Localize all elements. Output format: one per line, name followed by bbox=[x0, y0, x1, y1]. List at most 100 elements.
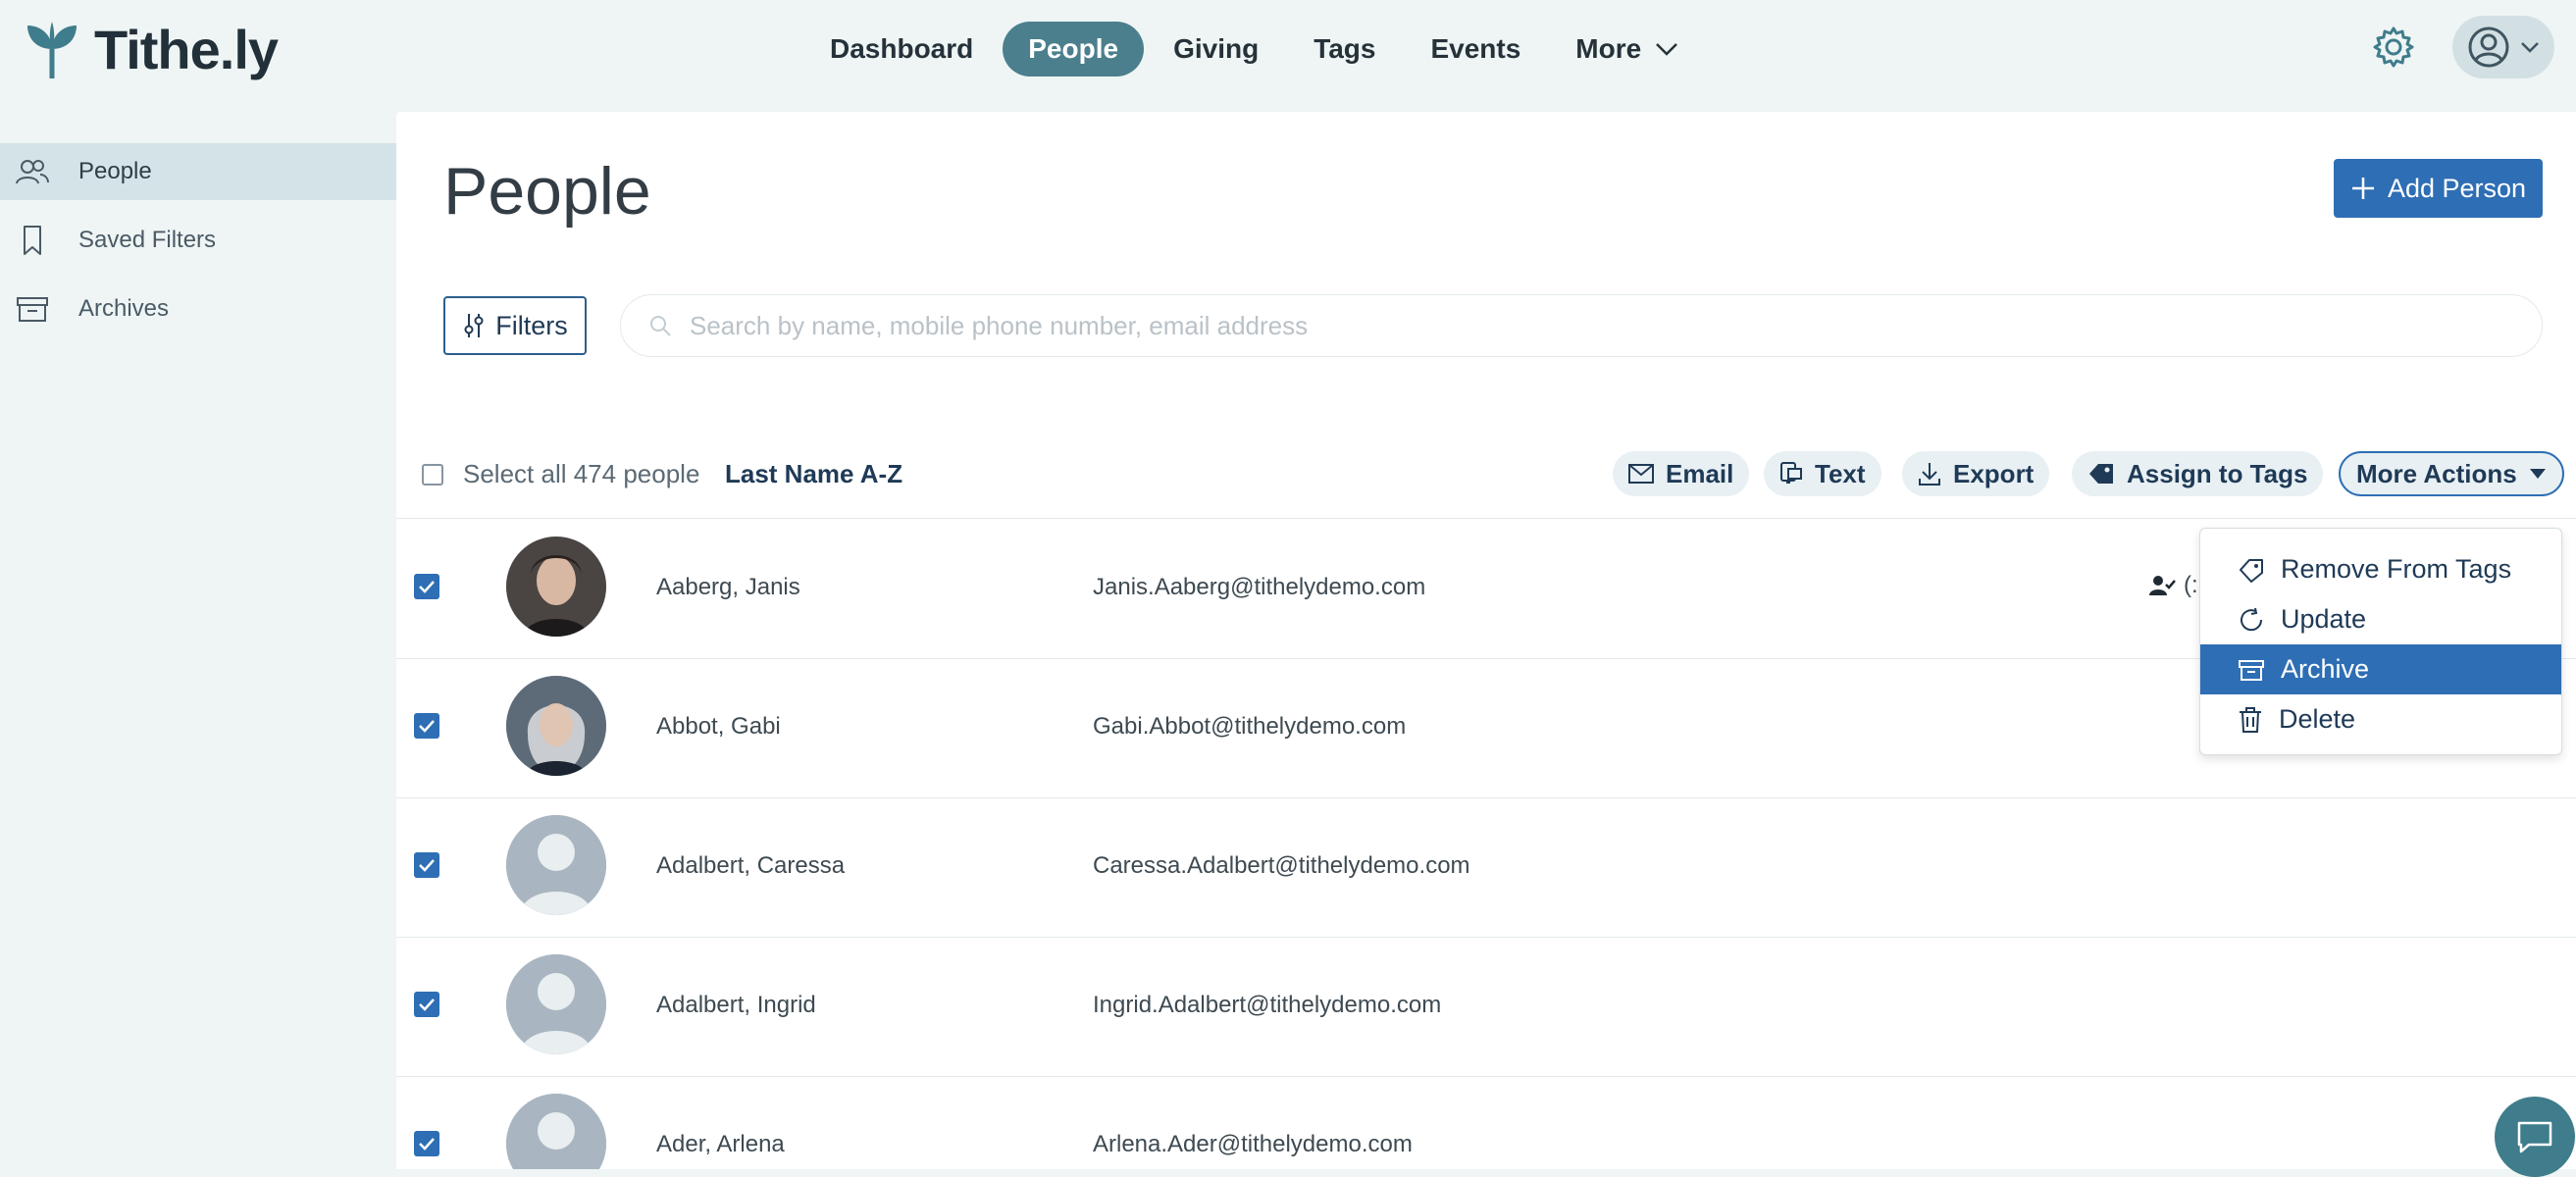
menu-item-label: Delete bbox=[2279, 704, 2356, 734]
avatar-placeholder bbox=[506, 954, 606, 1054]
person-name[interactable]: Abbot, Gabi bbox=[656, 713, 781, 741]
user-menu-button[interactable] bbox=[2452, 16, 2554, 78]
avatar bbox=[506, 676, 606, 776]
default-avatar-icon bbox=[506, 954, 606, 1054]
person-name[interactable]: Adalbert, Ingrid bbox=[656, 992, 816, 1019]
sidebar-item-label: People bbox=[78, 158, 152, 184]
row-checkbox[interactable] bbox=[414, 852, 439, 878]
archive-icon bbox=[2239, 659, 2264, 681]
chevron-down-icon bbox=[2521, 42, 2539, 53]
chat-bubble-icon bbox=[2517, 1121, 2552, 1153]
avatar-placeholder bbox=[506, 815, 606, 915]
search-input[interactable] bbox=[688, 309, 2457, 342]
person-email: Ingrid.Adalbert@tithelydemo.com bbox=[1093, 992, 1442, 1018]
sidebar-item-people[interactable]: People bbox=[0, 143, 396, 200]
person-email: Arlena.Ader@tithelydemo.com bbox=[1093, 1131, 1413, 1157]
search-bar bbox=[620, 294, 2543, 357]
household-count: (: bbox=[2184, 572, 2198, 598]
leaf-logo-icon bbox=[27, 21, 77, 78]
more-actions-menu: Remove From Tags Update Archive Delete bbox=[2199, 528, 2562, 755]
check-icon bbox=[419, 859, 435, 872]
check-icon bbox=[419, 998, 435, 1011]
more-actions-button[interactable]: More Actions bbox=[2339, 451, 2564, 496]
person-name[interactable]: Aaberg, Janis bbox=[656, 574, 800, 601]
household-indicator: (: bbox=[2148, 572, 2198, 599]
sort-dropdown[interactable]: Last Name A-Z bbox=[725, 459, 902, 489]
refresh-icon bbox=[2241, 607, 2263, 631]
nav-dashboard[interactable]: Dashboard bbox=[804, 22, 999, 77]
nav-more[interactable]: More bbox=[1550, 22, 1704, 77]
sidebar-item-label: Saved Filters bbox=[78, 227, 217, 253]
sliders-icon bbox=[464, 314, 484, 337]
row-checkbox[interactable] bbox=[414, 1131, 439, 1156]
menu-item-delete[interactable]: Delete bbox=[2200, 694, 2561, 744]
search-icon bbox=[650, 316, 671, 336]
table-row[interactable]: Adalbert, Caressa Caressa.Adalbert@tithe… bbox=[396, 797, 2576, 938]
person-photo-icon bbox=[506, 676, 606, 776]
archive-icon bbox=[17, 297, 48, 322]
default-avatar-icon bbox=[506, 1094, 606, 1169]
assign-to-tags-button[interactable]: Assign to Tags bbox=[2072, 451, 2324, 496]
people-icon bbox=[16, 160, 49, 184]
nav-giving[interactable]: Giving bbox=[1148, 22, 1284, 77]
page-title: People bbox=[443, 154, 651, 229]
menu-item-label: Remove From Tags bbox=[2281, 554, 2512, 584]
check-icon bbox=[419, 581, 435, 593]
text-label: Text bbox=[1815, 458, 1866, 488]
table-row[interactable]: Adalbert, Ingrid Ingrid.Adalbert@tithely… bbox=[396, 937, 2576, 1077]
chat-launcher-button[interactable] bbox=[2495, 1097, 2575, 1177]
sidebar-item-archives[interactable]: Archives bbox=[0, 281, 396, 337]
nav-more-label: More bbox=[1575, 33, 1642, 64]
filters-button[interactable]: Filters bbox=[443, 296, 587, 355]
nav-tags[interactable]: Tags bbox=[1288, 22, 1401, 77]
bookmark-icon bbox=[24, 226, 41, 255]
envelope-icon bbox=[1628, 464, 1654, 484]
top-navigation-bar: Tithe.ly Dashboard People Giving Tags Ev… bbox=[0, 0, 2576, 98]
add-person-label: Add Person bbox=[2387, 173, 2527, 203]
menu-item-label: Archive bbox=[2281, 654, 2370, 684]
menu-item-update[interactable]: Update bbox=[2200, 594, 2561, 644]
assign-to-tags-label: Assign to Tags bbox=[2127, 458, 2308, 488]
settings-button[interactable] bbox=[2372, 26, 2415, 74]
menu-item-remove-from-tags[interactable]: Remove From Tags bbox=[2200, 544, 2561, 594]
menu-item-archive[interactable]: Archive bbox=[2200, 644, 2561, 694]
person-photo-icon bbox=[506, 537, 606, 637]
logo[interactable]: Tithe.ly bbox=[24, 18, 279, 81]
row-checkbox[interactable] bbox=[414, 574, 439, 599]
more-actions-label: More Actions bbox=[2356, 458, 2517, 488]
select-all-label: Select all 474 people bbox=[463, 459, 700, 488]
row-checkbox[interactable] bbox=[414, 713, 439, 739]
avatar bbox=[506, 537, 606, 637]
sidebar-item-saved-filters[interactable]: Saved Filters bbox=[0, 212, 396, 269]
add-person-button[interactable]: Add Person bbox=[2334, 159, 2543, 218]
tag-outline-icon bbox=[2240, 558, 2263, 583]
chevron-down-icon bbox=[1656, 43, 1678, 56]
gear-icon bbox=[2373, 26, 2414, 68]
person-name[interactable]: Ader, Arlena bbox=[656, 1131, 785, 1158]
user-avatar-icon bbox=[2468, 26, 2509, 68]
select-all-checkbox[interactable] bbox=[422, 463, 443, 486]
person-email: Janis.Aaberg@tithelydemo.com bbox=[1093, 574, 1426, 600]
email-button[interactable]: Email bbox=[1613, 451, 1750, 496]
caret-down-icon bbox=[2529, 469, 2546, 479]
row-checkbox[interactable] bbox=[414, 992, 439, 1017]
default-avatar-icon bbox=[506, 815, 606, 915]
select-all[interactable]: Select all 474 people bbox=[422, 459, 699, 489]
message-icon bbox=[1780, 462, 1802, 484]
table-row[interactable]: Ader, Arlena Arlena.Ader@tithelydemo.com bbox=[396, 1076, 2576, 1169]
nav-events[interactable]: Events bbox=[1405, 22, 1546, 77]
person-email: Caressa.Adalbert@tithelydemo.com bbox=[1093, 852, 1470, 879]
text-button[interactable]: Text bbox=[1764, 451, 1881, 496]
check-icon bbox=[419, 720, 435, 733]
download-icon bbox=[1919, 463, 1940, 486]
person-name[interactable]: Adalbert, Caressa bbox=[656, 852, 845, 880]
logo-text: Tithe.ly bbox=[94, 19, 279, 80]
filters-label: Filters bbox=[495, 310, 568, 340]
export-button[interactable]: Export bbox=[1902, 451, 2050, 496]
nav-people[interactable]: People bbox=[1003, 22, 1145, 77]
plus-icon bbox=[2351, 178, 2374, 199]
sidebar-item-label: Archives bbox=[78, 295, 170, 322]
main-nav: Dashboard People Giving Tags Events More bbox=[804, 22, 1708, 77]
person-email: Gabi.Abbot@tithelydemo.com bbox=[1093, 713, 1407, 740]
sidebar: People Saved Filters Archives bbox=[0, 143, 396, 349]
